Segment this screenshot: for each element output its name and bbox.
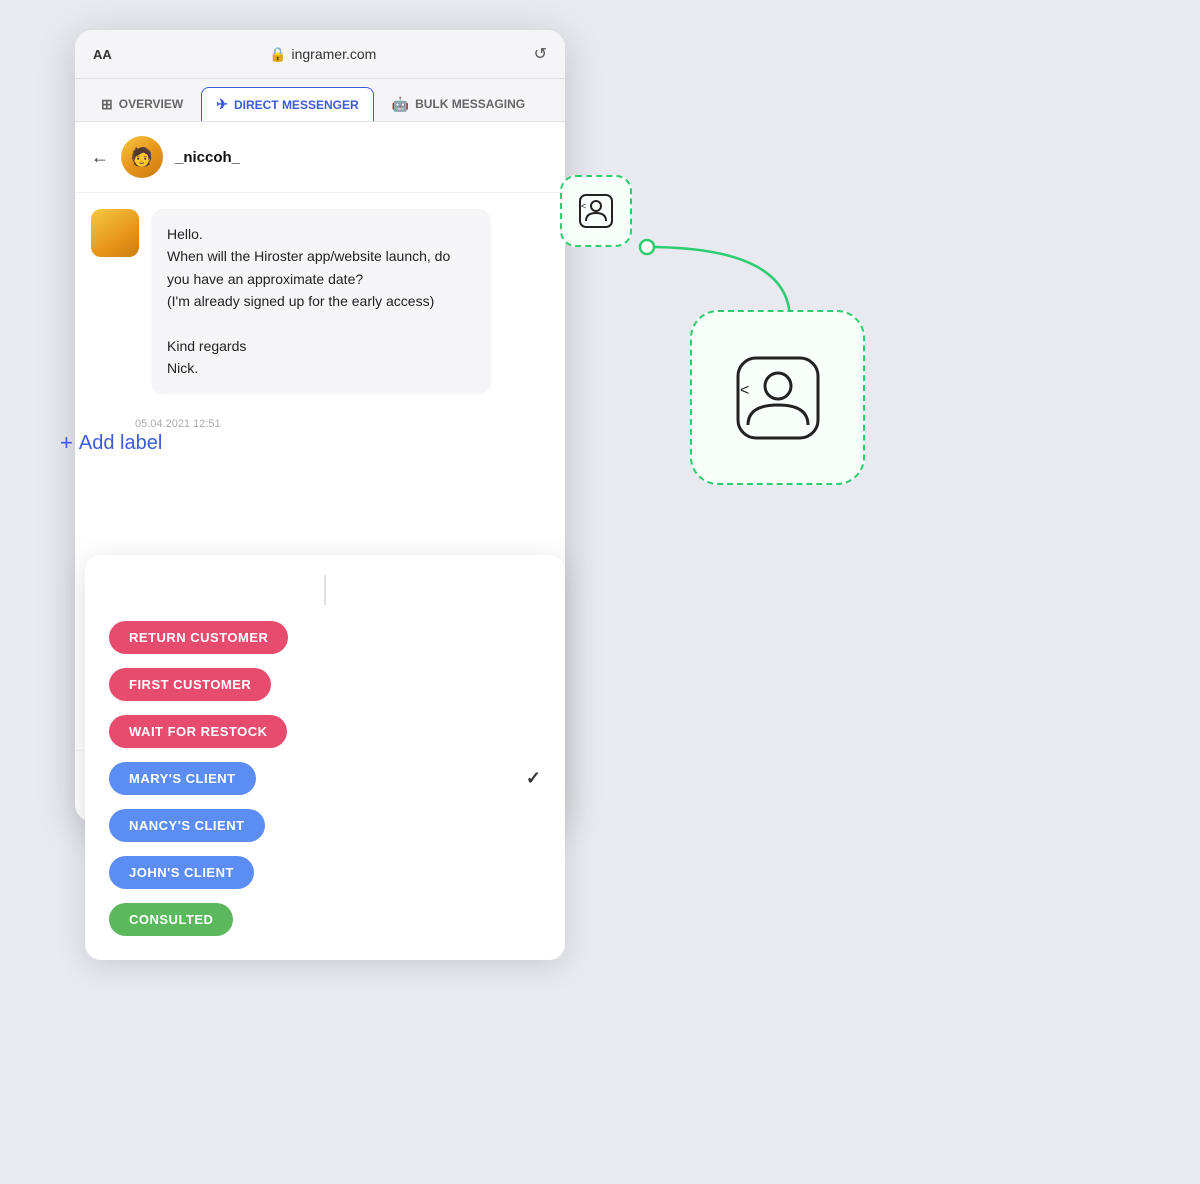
bulk-icon: 🤖 [392,96,409,113]
person-icon-small: < [578,193,614,229]
message-area: Hello. When will the Hiroster app/websit… [75,193,565,410]
list-item: FIRST CUSTOMER [109,668,541,701]
message-avatar [91,209,139,257]
avatar-image: 🧑 [121,136,163,178]
chat-header: ← 🧑 _niccoh_ [75,122,565,193]
labels-list: RETURN CUSTOMER FIRST CUSTOMER WAIT FOR … [109,621,541,936]
label-johns-client[interactable]: JOHN'S CLIENT [109,856,254,889]
message-avatar-image [91,209,139,257]
svg-text:<: < [740,382,749,399]
back-button[interactable]: ← [91,147,109,168]
check-icon: ✓ [526,768,541,789]
tab-direct-messenger-label: DIRECT MESSENGER [234,98,359,112]
list-item: NANCY'S CLIENT [109,809,541,842]
person-icon-large: < [733,353,823,443]
lock-icon: 🔒 [269,46,286,63]
label-marys-client[interactable]: MARY'S CLIENT [109,762,256,795]
label-first-customer[interactable]: FIRST CUSTOMER [109,668,271,701]
list-item: WAIT FOR RESTOCK [109,715,541,748]
tab-direct-messenger[interactable]: ✈ DIRECT MESSENGER [201,87,373,121]
message-time: 05.04.2021 12:51 [75,418,565,430]
avatar: 🧑 [121,136,163,178]
nav-tabs: ⊞ OVERVIEW ✈ DIRECT MESSENGER 🤖 BULK MES… [75,79,565,122]
node-small[interactable]: < [560,175,632,247]
username: _niccoh_ [175,149,240,166]
label-wait-for-restock[interactable]: WAIT FOR RESTOCK [109,715,287,748]
add-label-text: Add label [79,432,162,455]
browser-bar: AA 🔒 ingramer.com ↺ [75,30,565,79]
messenger-icon: ✈ [216,96,228,113]
tab-overview[interactable]: ⊞ OVERVIEW [87,88,197,121]
refresh-button[interactable]: ↺ [534,44,547,64]
overview-icon: ⊞ [101,96,113,113]
node-large[interactable]: < [690,310,865,485]
message-bubble: Hello. When will the Hiroster app/websit… [151,209,491,394]
font-size-control[interactable]: AA [93,47,112,62]
svg-text:<: < [581,201,586,211]
add-label-button[interactable]: + Add label [60,430,162,456]
list-item: CONSULTED [109,903,541,936]
list-item: JOHN'S CLIENT [109,856,541,889]
url-text: ingramer.com [292,46,377,62]
labels-panel: RETURN CUSTOMER FIRST CUSTOMER WAIT FOR … [85,555,565,960]
list-item: MARY'S CLIENT ✓ [109,762,541,795]
flow-area: < < [500,100,1180,600]
label-return-customer[interactable]: RETURN CUSTOMER [109,621,288,654]
tab-overview-label: OVERVIEW [119,97,183,111]
address-bar[interactable]: 🔒 ingramer.com [269,46,376,63]
list-item: RETURN CUSTOMER [109,621,541,654]
label-consulted[interactable]: CONSULTED [109,903,233,936]
plus-icon: + [60,430,73,456]
label-nancys-client[interactable]: NANCY'S CLIENT [109,809,265,842]
divider [324,575,326,605]
